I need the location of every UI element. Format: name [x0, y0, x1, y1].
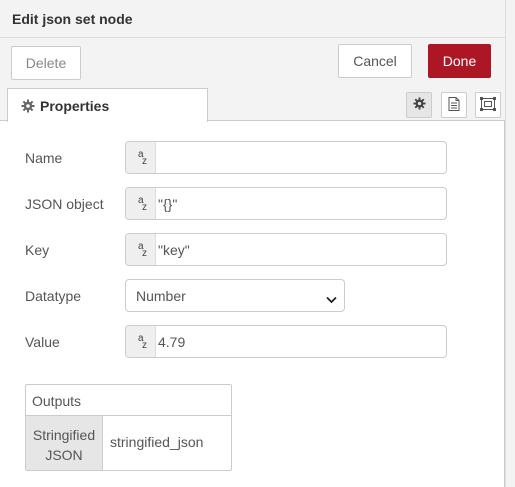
form-row-name: Name az — [25, 141, 455, 175]
json-object-input[interactable]: az "{}" — [125, 187, 447, 220]
tab-properties[interactable]: Properties — [7, 88, 208, 122]
dialog-header: Edit json set node — [0, 0, 505, 38]
name-label: Name — [25, 150, 63, 166]
value-label: Value — [25, 334, 60, 350]
tab-settings-button[interactable] — [406, 92, 432, 118]
form-row-key: Key az "key" — [25, 233, 455, 267]
gear-icon — [412, 97, 426, 113]
string-type-icon[interactable]: az — [126, 188, 156, 219]
datatype-selected-value: Number — [136, 287, 186, 304]
string-type-icon[interactable]: az — [126, 142, 156, 173]
dialog-title: Edit json set node — [12, 11, 133, 27]
datatype-label: Datatype — [25, 288, 82, 304]
outputs-header: Outputs — [26, 385, 231, 416]
outputs-table: Outputs Stringified JSON stringified_jso… — [25, 384, 232, 471]
string-type-icon[interactable]: az — [126, 234, 156, 265]
tab-description-button[interactable] — [441, 92, 467, 118]
key-input[interactable]: az "key" — [125, 233, 447, 266]
tab-bar: Properties — [0, 88, 505, 122]
key-value: "key" — [158, 242, 190, 258]
cancel-button[interactable]: Cancel — [338, 44, 412, 78]
key-label: Key — [25, 242, 50, 258]
gear-icon — [21, 99, 35, 113]
outputs-value: stringified_json — [110, 434, 204, 450]
datatype-select[interactable]: Number — [125, 279, 345, 312]
name-input[interactable]: az — [125, 141, 447, 174]
tab-properties-label: Properties — [40, 97, 110, 114]
dialog-toolbar: Delete Cancel Done — [0, 38, 505, 88]
outputs-key-cell: Stringified JSON — [26, 416, 103, 470]
string-type-icon[interactable]: az — [126, 326, 156, 357]
appearance-icon — [480, 96, 496, 114]
json-object-value: "{}" — [158, 196, 178, 212]
chevron-down-icon — [326, 291, 337, 307]
value-input[interactable]: az 4.79 — [125, 325, 447, 358]
tab-appearance-button[interactable] — [475, 92, 501, 118]
form-row-value: Value az 4.79 — [25, 325, 455, 359]
form-row-datatype: Datatype Number — [25, 279, 455, 313]
editor-scrollbar[interactable] — [505, 0, 515, 487]
delete-button[interactable]: Delete — [11, 46, 81, 80]
description-icon — [448, 96, 460, 114]
outputs-key-line1: Stringified — [32, 427, 96, 443]
value-value: 4.79 — [158, 334, 186, 350]
outputs-key-line2: JSON — [45, 447, 83, 463]
done-button[interactable]: Done — [428, 44, 491, 78]
form-row-json-object: JSON object az "{}" — [25, 187, 455, 221]
json-object-label: JSON object — [25, 196, 104, 212]
